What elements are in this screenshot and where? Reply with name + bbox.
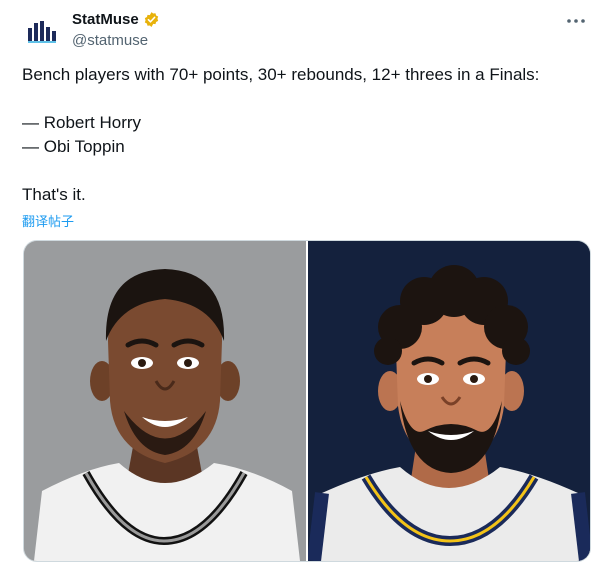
media-image-left[interactable]: [24, 241, 306, 561]
handle[interactable]: @statmuse: [72, 32, 148, 49]
tweet-text: Bench players with 70+ points, 30+ rebou…: [22, 63, 587, 207]
verified-badge-icon: [144, 12, 158, 27]
tweet-text-line: — Obi Toppin: [22, 137, 125, 156]
player-illustration-right: [308, 241, 590, 561]
avatar[interactable]: [22, 12, 62, 52]
more-horizontal-icon: [567, 19, 585, 23]
translate-post-link[interactable]: 翻译帖子: [22, 211, 74, 230]
tweet-text-line: — Robert Horry: [22, 113, 142, 132]
tweet: StatMuse @statmuse Bench players with 70…: [0, 0, 603, 562]
tweet-text-line: That's it.: [22, 185, 86, 204]
author-name-row[interactable]: StatMuse: [72, 11, 160, 28]
media-image-right[interactable]: [308, 241, 590, 561]
more-options-button[interactable]: [563, 10, 589, 32]
statmuse-logo-icon: [28, 21, 56, 43]
tweet-text-line: Bench players with 70+ points, 30+ rebou…: [22, 65, 540, 84]
display-name[interactable]: StatMuse: [72, 11, 139, 28]
player-illustration-left: [24, 241, 306, 561]
media-grid: [23, 240, 591, 562]
